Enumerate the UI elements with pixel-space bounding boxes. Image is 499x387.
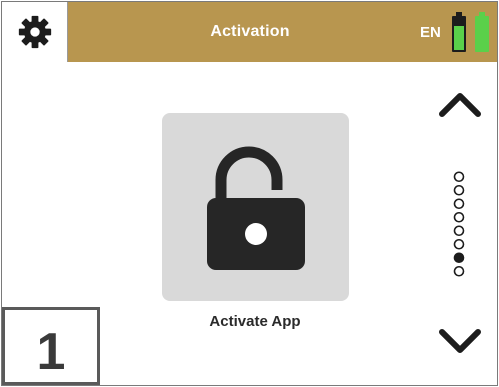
page-dot [453, 184, 465, 196]
page-title: Activation [210, 23, 290, 40]
unlocked-padlock-icon [206, 146, 305, 270]
page-dot [453, 238, 465, 250]
page-dot [453, 225, 465, 237]
battery-icon [452, 12, 489, 52]
gear-icon [18, 15, 51, 49]
activate-app-tile[interactable] [162, 113, 349, 301]
page-dot [453, 211, 465, 223]
page-number: 1 [2, 307, 100, 385]
page-dot [453, 198, 465, 210]
activate-app-label: Activate App [209, 313, 301, 330]
chevron-up-icon [439, 93, 481, 117]
scroll-up-button[interactable] [436, 86, 484, 122]
scroll-down-button[interactable] [436, 324, 484, 360]
page-dot-active [453, 252, 465, 264]
settings-button[interactable] [2, 2, 68, 62]
chevron-down-icon [439, 329, 481, 353]
page-dot [453, 171, 465, 183]
language-indicator[interactable]: EN [420, 2, 441, 62]
page-dot [453, 265, 465, 277]
page-indicator [453, 171, 465, 277]
